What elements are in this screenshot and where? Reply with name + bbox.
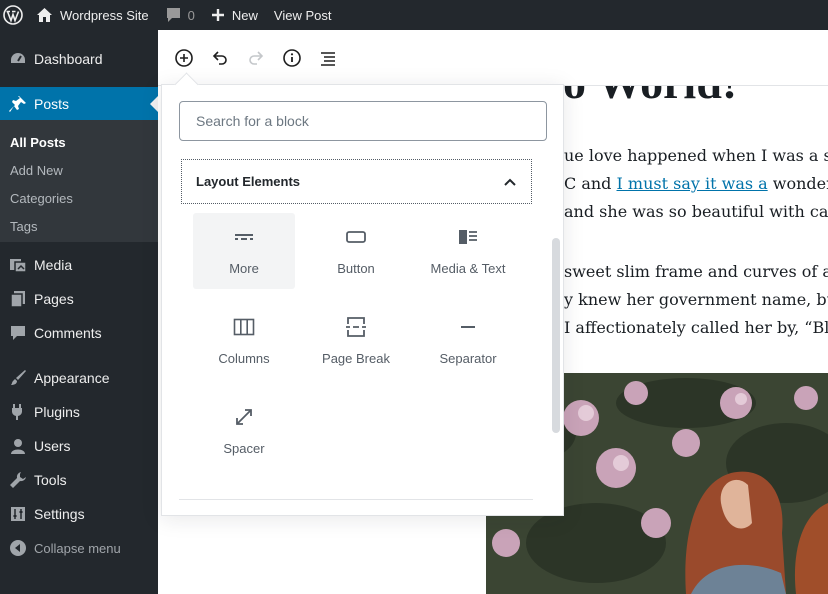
block-label: More — [229, 261, 259, 276]
media-icon — [0, 256, 34, 274]
chevron-up-icon — [504, 178, 516, 186]
sidebar-item-plugins[interactable]: Plugins — [0, 395, 158, 429]
new-label: New — [231, 7, 258, 23]
sidebar-item-label: Settings — [34, 506, 85, 522]
block-inserter-popover: Layout Elements More Button Media & Text… — [161, 84, 564, 516]
view-post-link[interactable]: View Post — [266, 0, 340, 30]
separator-icon — [456, 315, 480, 339]
site-name-link[interactable]: Wordpress Site — [30, 0, 157, 30]
plus-icon — [211, 9, 224, 21]
admin-sidebar: Dashboard Posts All Posts Add New Catego… — [0, 30, 158, 594]
block-label: Spacer — [223, 441, 265, 456]
block-search-input[interactable] — [179, 101, 547, 141]
redo-icon — [249, 51, 264, 65]
sidebar-item-label: Media — [34, 257, 73, 273]
sidebar-item-label: Users — [34, 438, 71, 454]
block-label: Page Break — [322, 351, 390, 366]
home-icon — [37, 8, 52, 22]
paragraph-line[interactable]: and she was so beautiful with cara — [564, 198, 828, 226]
sidebar-item-label: Tools — [34, 472, 67, 488]
plus-circle-icon — [175, 49, 193, 67]
sidebar-item-users[interactable]: Users — [0, 429, 158, 463]
panel-title: Layout Elements — [196, 174, 301, 189]
block-page-break[interactable]: Page Break — [305, 303, 407, 379]
dashboard-icon — [0, 50, 34, 68]
plugin-icon — [0, 403, 34, 421]
block-media-text[interactable]: Media & Text — [417, 213, 519, 289]
sidebar-item-pages[interactable]: Pages — [0, 282, 158, 316]
page-break-icon — [344, 315, 368, 339]
paragraph-line[interactable]: y knew her government name, but, — [564, 286, 828, 314]
block-navigation-button[interactable] — [316, 46, 340, 70]
sidebar-item-label: Dashboard — [34, 51, 103, 67]
spacer-icon — [232, 405, 256, 429]
admin-bar: Wordpress Site 0 New View Post — [0, 0, 828, 30]
paragraph-line[interactable]: ue love happened when I was a stu — [564, 142, 828, 170]
media-text-icon — [456, 225, 480, 249]
collapse-menu-label: Collapse menu — [34, 540, 121, 556]
sidebar-item-comments[interactable]: Comments — [0, 316, 158, 350]
undo-icon — [212, 51, 227, 65]
comment-count: 0 — [187, 7, 195, 23]
comment-bubble-icon — [166, 8, 180, 22]
brush-icon — [0, 369, 34, 387]
block-separator[interactable]: Separator — [417, 303, 519, 379]
button-icon — [344, 225, 368, 249]
sidebar-item-appearance[interactable]: Appearance — [0, 361, 158, 395]
undo-button[interactable] — [208, 46, 232, 70]
submenu-all-posts[interactable]: All Posts — [10, 135, 66, 150]
block-label: Media & Text — [430, 261, 506, 276]
paragraph-line[interactable]: C and I must say it was a wonderful — [564, 170, 828, 198]
add-block-button[interactable] — [172, 46, 196, 70]
sidebar-item-label: Posts — [34, 96, 70, 112]
collapse-menu-button[interactable]: Collapse menu — [0, 531, 158, 565]
block-columns[interactable]: Columns — [193, 303, 295, 379]
sidebar-item-tools[interactable]: Tools — [0, 463, 158, 497]
block-label: Columns — [218, 351, 270, 366]
block-label: Separator — [439, 351, 497, 366]
pin-icon — [0, 95, 34, 113]
sidebar-item-label: Plugins — [34, 404, 80, 420]
site-name-label: Wordpress Site — [60, 7, 149, 23]
sidebar-item-label: Comments — [34, 325, 102, 341]
view-post-label: View Post — [273, 7, 332, 23]
list-view-icon — [321, 52, 335, 66]
redo-button[interactable] — [244, 46, 268, 70]
comments-link[interactable]: 0 — [157, 0, 203, 30]
wordpress-logo-icon[interactable] — [0, 0, 30, 30]
inserter-scrollbar[interactable] — [552, 238, 560, 433]
settings-icon — [0, 505, 34, 523]
layout-elements-panel-toggle[interactable]: Layout Elements — [181, 159, 532, 204]
sidebar-item-dashboard[interactable]: Dashboard — [0, 42, 158, 76]
columns-icon — [232, 315, 256, 339]
editor-toolbar — [158, 30, 828, 86]
inline-link[interactable]: I must say it was a — [617, 174, 768, 193]
user-icon — [0, 437, 34, 455]
block-spacer[interactable]: Spacer — [193, 393, 295, 469]
info-icon — [283, 49, 301, 67]
more-icon — [232, 225, 256, 249]
sidebar-item-settings[interactable]: Settings — [0, 497, 158, 531]
sidebar-item-media[interactable]: Media — [0, 248, 158, 282]
block-button[interactable]: Button — [305, 213, 407, 289]
submenu-add-new[interactable]: Add New — [10, 163, 63, 178]
paragraph-line[interactable]: I affectionately called her by, “Blue — [564, 314, 828, 342]
new-content-link[interactable]: New — [203, 0, 266, 30]
content-info-button[interactable] — [280, 46, 304, 70]
paragraph-line[interactable]: sweet slim frame and curves of a fi — [564, 258, 828, 286]
panel-divider — [179, 499, 533, 500]
wrench-icon — [0, 471, 34, 489]
block-more[interactable]: More — [193, 213, 295, 289]
pages-icon — [0, 290, 34, 308]
collapse-arrow-icon — [0, 539, 34, 557]
posts-submenu: All Posts Add New Categories Tags — [0, 120, 158, 242]
sidebar-item-label: Appearance — [34, 370, 110, 386]
sidebar-item-posts[interactable]: Posts — [0, 87, 158, 121]
comment-icon — [0, 324, 34, 342]
submenu-categories[interactable]: Categories — [10, 191, 73, 206]
sidebar-item-label: Pages — [34, 291, 74, 307]
block-label: Button — [337, 261, 375, 276]
submenu-tags[interactable]: Tags — [10, 219, 37, 234]
